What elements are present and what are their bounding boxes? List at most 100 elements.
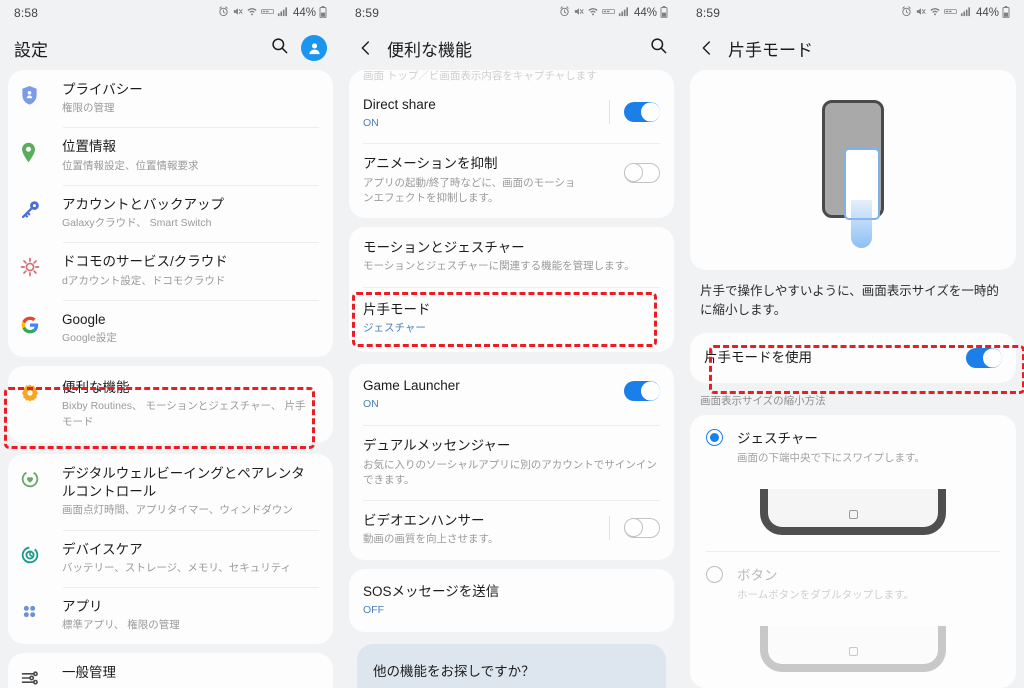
location-pin-icon <box>20 138 54 164</box>
battery-icon <box>319 5 327 21</box>
game-launcher-toggle[interactable] <box>624 380 660 401</box>
features-group-1: 画面 トップ／ビ画面表示内容をキャプチャします Direct share ON … <box>349 70 674 219</box>
advanced-features-list[interactable]: 画面 トップ／ビ画面表示内容をキャプチャします Direct share ON … <box>341 70 682 688</box>
page-title: 便利な機能 <box>387 40 472 60</box>
settings-item-subtitle: バッテリー、ストレージ、メモリ、セキュリティ <box>62 561 292 574</box>
settings-item-title: ドコモのサービス/クラウド <box>62 254 228 270</box>
settings-item-apps[interactable]: アプリ 標準アプリ、 権限の管理 <box>8 586 333 644</box>
alarm-icon <box>218 6 229 20</box>
search-icon[interactable] <box>270 36 289 60</box>
feature-title: Game Launcher <box>363 377 460 393</box>
feature-status: ジェスチャー <box>363 321 426 334</box>
settings-item-title: 便利な機能 <box>62 380 130 396</box>
settings-item-title: 位置情報 <box>62 139 116 155</box>
settings-item-title: Google <box>62 311 106 327</box>
video-enhancer-toggle[interactable] <box>623 517 660 539</box>
battery-percent-label: 44% <box>975 7 999 19</box>
feature-description: アプリの起動/終了時などに、画面のモーションエフェクトを抑制します。 <box>363 176 576 204</box>
wifi-icon <box>929 6 941 20</box>
one-handed-mode-content[interactable]: 片手で操作しやすいように、画面表示サイズを一時的に縮小します。 片手モードを使用… <box>682 70 1024 688</box>
swipe-gesture-graphic <box>851 200 872 248</box>
key-icon <box>20 196 54 222</box>
reduce-animations-toggle[interactable] <box>623 163 660 184</box>
option-button[interactable]: ボタン ホームボタンをダブルタップします。 <box>690 552 1016 612</box>
settings-group-4: 一般管理 <box>8 653 333 688</box>
advanced-features-gear-icon <box>20 379 54 405</box>
features-group-3: Game Launcher ON デュアルメッセンジャー お気に入りのソーシャル… <box>349 363 674 560</box>
feature-item-video-enhancer[interactable]: ビデオエンハンサー 動画の画質を向上させます。 <box>349 500 674 559</box>
option-gesture[interactable]: ジェスチャー 画面の下端中央で下にスワイプします。 <box>690 415 1016 475</box>
phone-screen-advanced-features: 8:59 44% 便利な機能 画面 トップ／ビ画面表示内容をキャプチャします D… <box>341 0 682 688</box>
feature-title: SOSメッセージを送信 <box>363 583 500 599</box>
scrolled-cutoff-text: 画面 トップ／ビ画面表示内容をキャプチャします <box>363 70 597 82</box>
settings-item-privacy[interactable]: プライバシー 権限の管理 <box>8 70 333 127</box>
radio-button[interactable] <box>706 565 723 583</box>
use-one-handed-mode-toggle[interactable] <box>966 347 1002 368</box>
settings-item-subtitle: Galaxyクラウド、 Smart Switch <box>62 217 212 230</box>
battery-icon <box>1002 5 1010 21</box>
shrink-method-section-label: 画面表示サイズの縮小方法 <box>700 394 826 407</box>
data-indicator-icon <box>602 7 615 19</box>
settings-item-title: プライバシー <box>62 82 143 97</box>
page-title: 設定 <box>14 40 48 60</box>
screenshot-stage: 8:58 44% 設定 プライバシー 権限の管理 位置情報 位置情報設定、位置情… <box>0 0 1024 688</box>
use-one-handed-mode-card: 片手モードを使用 <box>690 332 1016 383</box>
wifi-icon <box>587 6 599 20</box>
settings-item-title: デジタルウェルビーイングとペアレンタルコントロール <box>62 465 305 500</box>
settings-item-google[interactable]: Google Google設定 <box>8 299 333 357</box>
settings-item-subtitle: Google設定 <box>62 331 117 344</box>
option-title: ボタン <box>737 567 778 583</box>
home-button-graphic <box>848 646 858 656</box>
settings-item-subtitle: 画面点灯時間、アプリタイマー、ウィンドダウン <box>62 504 293 517</box>
feature-title: ビデオエンハンサー <box>363 513 485 529</box>
feature-status: ON <box>363 398 379 411</box>
back-icon[interactable] <box>355 37 377 59</box>
settings-item-docomo-services[interactable]: ドコモのサービス/クラウド dアカウント設定、ドコモクラウド <box>8 242 333 299</box>
settings-item-general-management[interactable]: 一般管理 <box>8 653 333 688</box>
advanced-features-app-bar: 便利な機能 <box>341 26 682 70</box>
feature-item-direct-share[interactable]: Direct share ON <box>349 84 674 143</box>
status-bar-clock: 8:59 <box>696 6 721 20</box>
option-title: ジェスチャー <box>737 430 818 446</box>
shield-privacy-icon <box>20 81 54 107</box>
phone-screen-settings: 8:58 44% 設定 プライバシー 権限の管理 位置情報 位置情報設定、位置情… <box>0 0 341 688</box>
feature-item-sos-messages[interactable]: SOSメッセージを送信 OFF <box>349 569 674 632</box>
one-handed-mode-app-bar: 片手モード <box>682 26 1024 70</box>
back-icon[interactable] <box>696 37 718 59</box>
feature-item-dual-messenger[interactable]: デュアルメッセンジャー お気に入りのソーシャルアプリに別のアカウントでサインイン… <box>349 425 674 500</box>
status-bar-clock: 8:58 <box>14 6 39 20</box>
settings-item-accounts-backup[interactable]: アカウントとバックアップ Galaxyクラウド、 Smart Switch <box>8 184 333 242</box>
feature-item-reduce-animations[interactable]: アニメーションを抑制 アプリの起動/終了時などに、画面のモーションエフェクトを抑… <box>349 143 674 218</box>
digital-wellbeing-icon <box>20 465 54 491</box>
avatar[interactable] <box>301 35 327 61</box>
feature-item-one-handed-mode[interactable]: 片手モード ジェスチャー <box>349 286 674 352</box>
wifi-icon <box>246 6 258 20</box>
settings-item-subtitle: dアカウント設定、ドコモクラウド <box>62 274 226 287</box>
radio-gesture[interactable] <box>706 428 723 446</box>
features-group-2: モーションとジェスチャー モーションとジェスチャーに関連する機能を管理します。 … <box>349 227 674 352</box>
direct-share-toggle[interactable] <box>624 102 660 122</box>
feature-title: Direct share <box>363 97 436 112</box>
search-icon[interactable] <box>649 36 668 60</box>
general-management-icon <box>20 664 54 688</box>
phone-screen-one-handed-mode: 8:59 44% 片手モード 片手で操作しやすいように、画面表示サイズを一時的に… <box>682 0 1024 688</box>
feature-description: モーションとジェスチャーに関連する機能を管理します。 <box>363 260 635 273</box>
settings-item-device-care[interactable]: デバイスケア バッテリー、ストレージ、メモリ、セキュリティ <box>8 529 333 587</box>
alarm-icon <box>559 6 570 20</box>
toggle-divider <box>609 516 610 541</box>
settings-item-digital-wellbeing[interactable]: デジタルウェルビーイングとペアレンタルコントロール 画面点灯時間、アプリタイマー… <box>8 454 333 530</box>
settings-list[interactable]: プライバシー 権限の管理 位置情報 位置情報設定、位置情報要求 アカウントとバッ… <box>0 70 341 688</box>
docomo-gear-icon <box>20 253 54 279</box>
settings-item-advanced-features[interactable]: 便利な機能 Bixby Routines、 モーションとジェスチャー、 片手モー… <box>8 366 333 443</box>
settings-item-location[interactable]: 位置情報 位置情報設定、位置情報要求 <box>8 127 333 184</box>
feature-item-game-launcher[interactable]: Game Launcher ON <box>349 364 674 425</box>
use-one-handed-mode-row[interactable]: 片手モードを使用 <box>690 333 1016 383</box>
settings-app-bar: 設定 <box>0 26 341 70</box>
alarm-icon <box>901 6 912 20</box>
status-bar: 8:58 44% <box>0 0 341 26</box>
mute-icon <box>573 6 584 20</box>
feature-item-motions-gestures[interactable]: モーションとジェスチャー モーションとジェスチャーに関連する機能を管理します。 <box>349 227 674 286</box>
feature-description: お気に入りのソーシャルアプリに別のアカウントでサインインできます。 <box>363 458 657 486</box>
settings-item-title: デバイスケア <box>62 541 143 557</box>
feature-description: 動画の画質を向上させます。 <box>363 533 499 546</box>
